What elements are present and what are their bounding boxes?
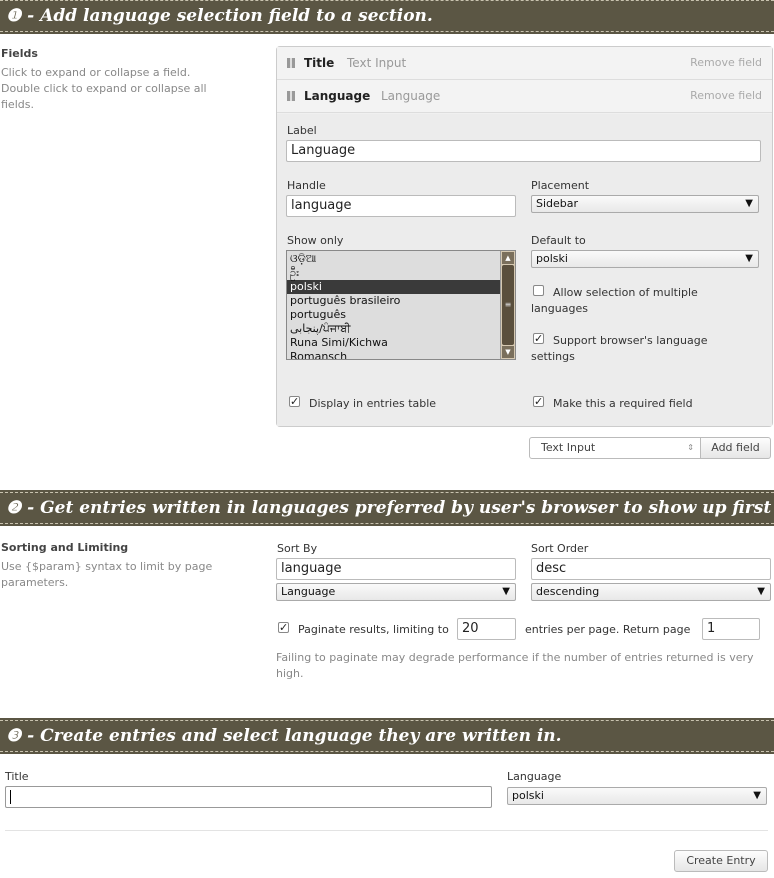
entry-title-label: Title — [5, 770, 29, 783]
drag-handle-icon[interactable] — [287, 91, 295, 101]
sorting-section-title: Sorting and Limiting — [1, 541, 129, 554]
sort-by-select-value: Language — [281, 585, 336, 598]
paginate-note: Failing to paginate may degrade performa… — [276, 651, 754, 680]
dropdown-arrow-icon: ▼ — [745, 253, 753, 264]
sorting-section-help: Use {$param} syntax to limit by page par… — [1, 560, 213, 589]
banner-step-3: ❸ - Create entries and select language t… — [0, 718, 774, 754]
display-in-table-checkbox[interactable]: ✓ — [289, 396, 300, 407]
listbox-option[interactable]: Runa Simi/Kichwa — [287, 336, 515, 350]
sort-by-input[interactable]: language — [276, 558, 516, 580]
allow-multiple-label: Allow selection of multiple languages — [531, 286, 698, 315]
page-input[interactable]: 1 — [702, 618, 760, 640]
listbox-option[interactable]: ଓଡ଼ିଆ — [287, 252, 515, 266]
select-arrows-icon: ⇕ — [687, 443, 694, 452]
field-row-type: Language — [381, 89, 441, 103]
drag-handle-icon[interactable] — [287, 58, 295, 68]
fields-panel: Title Text Input Remove field Language L… — [276, 46, 773, 427]
create-entry-button[interactable]: Create Entry — [674, 850, 768, 872]
listbox-option[interactable]: پنجابی/ਪੰਜਾਬੀ — [287, 322, 515, 336]
scroll-thumb[interactable]: ≡ — [502, 265, 514, 345]
field-row-name: Language — [304, 89, 371, 103]
required-field-label: Make this a required field — [553, 397, 693, 410]
field-row-language[interactable]: Language Language Remove field — [277, 80, 772, 113]
per-page-label: entries per page. Return page — [525, 623, 691, 636]
scroll-down-icon[interactable]: ▼ — [502, 346, 514, 358]
handle-input[interactable]: language — [286, 195, 516, 217]
new-field-type-value: Text Input — [541, 441, 596, 454]
limit-input[interactable]: 20 — [457, 618, 516, 640]
add-field-button[interactable]: Add field — [700, 437, 771, 459]
form-divider — [5, 830, 768, 831]
scroll-up-icon[interactable]: ▲ — [502, 252, 514, 264]
placement-select[interactable]: Sidebar ▼ — [531, 195, 759, 213]
field-row-type: Text Input — [347, 56, 407, 70]
entry-language-select[interactable]: polski ▼ — [507, 787, 767, 805]
listbox-option[interactable]: ဦး — [287, 266, 515, 280]
paginate-label: Paginate results, limiting to — [298, 623, 449, 636]
browser-language-label: Support browser's language settings — [531, 334, 708, 363]
paginate-checkbox[interactable]: ✓ — [278, 622, 289, 633]
field-row-title[interactable]: Title Text Input Remove field — [277, 47, 772, 80]
entry-title-input[interactable] — [5, 786, 492, 808]
default-to-field-label: Default to — [531, 234, 586, 247]
text-cursor — [10, 789, 11, 804]
sort-order-select-value: descending — [536, 585, 600, 598]
listbox-option-selected[interactable]: polski — [287, 280, 515, 294]
fields-section-title: Fields — [1, 47, 38, 60]
new-field-type-select[interactable]: Text Input ⇕ — [529, 437, 701, 459]
label-field-label: Label — [287, 124, 317, 137]
default-to-select-value: polski — [536, 252, 568, 265]
banner-step-1: ❶ - Add language selection field to a se… — [0, 0, 774, 34]
dropdown-arrow-icon: ▼ — [753, 790, 761, 801]
dropdown-arrow-icon: ▼ — [757, 586, 765, 597]
banner-step-2: ❷ - Get entries written in languages pre… — [0, 490, 774, 526]
label-input[interactable]: Language — [286, 140, 761, 162]
default-to-select[interactable]: polski ▼ — [531, 250, 759, 268]
remove-field-button[interactable]: Remove field — [690, 56, 762, 69]
fields-section-help: Click to expand or collapse a field. Dou… — [1, 66, 207, 111]
entry-language-label: Language — [507, 770, 562, 783]
sort-order-select[interactable]: descending ▼ — [531, 583, 771, 601]
sort-by-label: Sort By — [277, 542, 318, 555]
listbox-option[interactable]: Romansch — [287, 350, 515, 359]
sort-by-select[interactable]: Language ▼ — [276, 583, 516, 601]
dropdown-arrow-icon: ▼ — [502, 586, 510, 597]
listbox-scrollbar[interactable]: ▲ ≡ ▼ — [500, 251, 515, 359]
show-only-field-label: Show only — [287, 234, 344, 247]
entry-language-select-value: polski — [512, 789, 544, 802]
handle-field-label: Handle — [287, 179, 326, 192]
listbox-option[interactable]: português — [287, 308, 515, 322]
field-row-name: Title — [304, 56, 335, 70]
sort-order-label: Sort Order — [531, 542, 589, 555]
dropdown-arrow-icon: ▼ — [745, 198, 753, 209]
listbox-option[interactable]: português brasileiro — [287, 294, 515, 308]
placement-select-value: Sidebar — [536, 197, 579, 210]
show-only-listbox[interactable]: ଓଡ଼ିଆ ဦး polski português brasileiro por… — [286, 250, 516, 360]
sort-order-input[interactable]: desc — [531, 558, 771, 580]
required-field-checkbox[interactable]: ✓ — [533, 396, 544, 407]
remove-field-button[interactable]: Remove field — [690, 89, 762, 102]
placement-field-label: Placement — [531, 179, 590, 192]
display-in-table-label: Display in entries table — [309, 397, 437, 410]
